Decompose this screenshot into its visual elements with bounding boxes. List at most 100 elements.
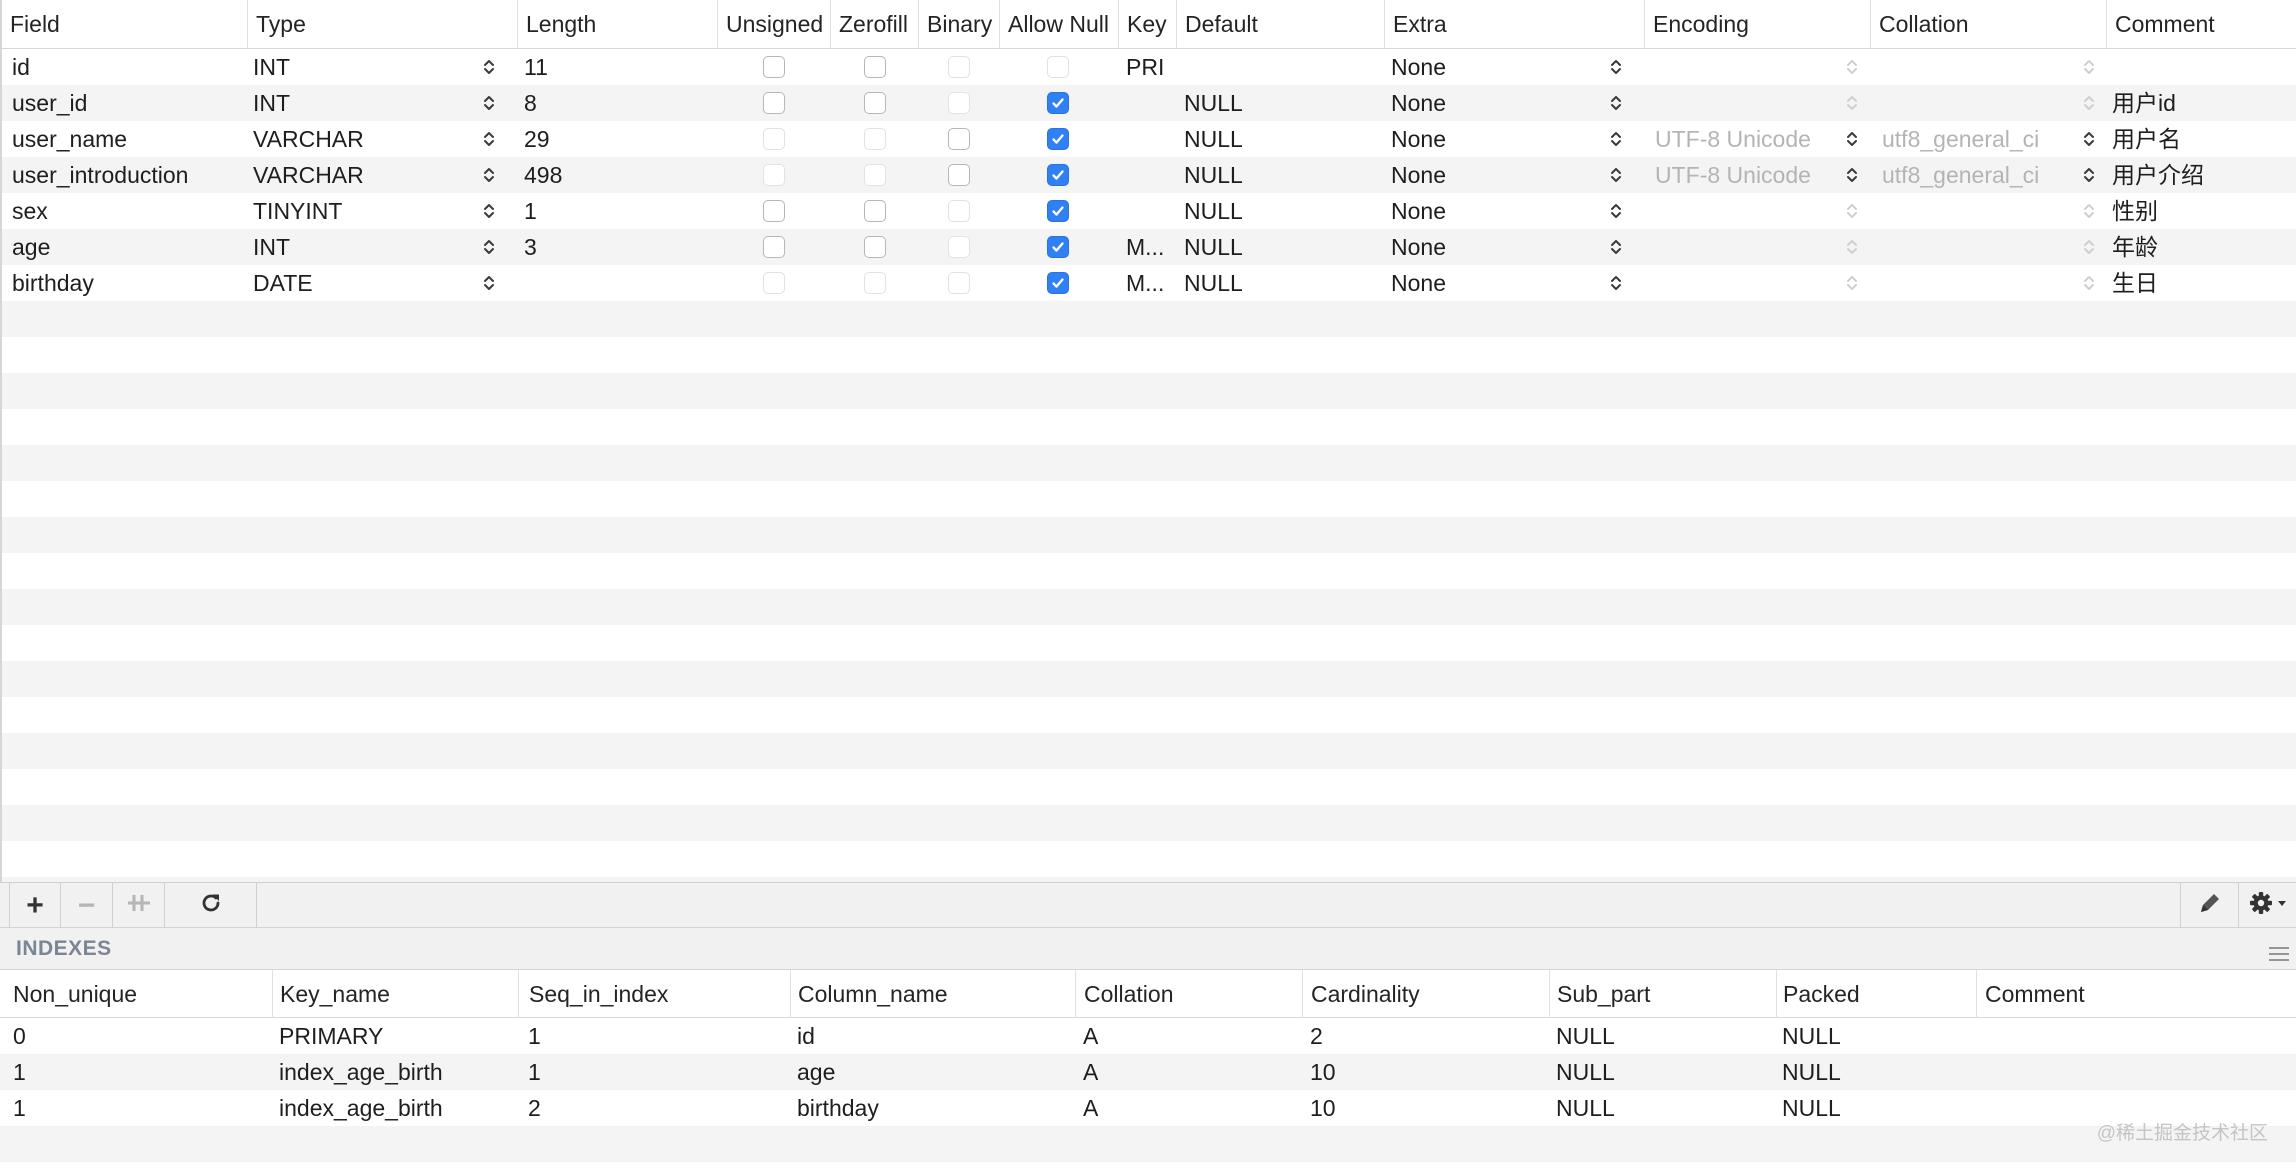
type-stepper-icon[interactable] bbox=[483, 274, 495, 292]
cell-field[interactable]: user_introduction bbox=[12, 157, 188, 193]
type-stepper-icon[interactable] bbox=[483, 130, 495, 148]
cell-type[interactable]: INT bbox=[253, 49, 290, 85]
zerofill-checkbox[interactable] bbox=[864, 236, 886, 258]
column-header-encoding[interactable]: Encoding bbox=[1644, 0, 1870, 49]
table-row[interactable]: age INT 3 M... NULL None 年龄 bbox=[2, 229, 2296, 265]
index-cell[interactable]: 2 bbox=[1310, 1018, 1323, 1054]
cell-default[interactable]: NULL bbox=[1184, 121, 1243, 157]
index-cell[interactable]: index_age_birth bbox=[279, 1090, 443, 1126]
column-header-field[interactable]: Field bbox=[2, 0, 247, 49]
column-header-comment[interactable]: Comment bbox=[2106, 0, 2296, 49]
cell-encoding[interactable]: UTF-8 Unicode bbox=[1655, 157, 1811, 193]
index-column-header-cardinality[interactable]: Cardinality bbox=[1302, 970, 1549, 1018]
cell-field[interactable]: sex bbox=[12, 193, 48, 229]
edit-button[interactable] bbox=[2180, 883, 2238, 929]
extra-stepper-icon[interactable] bbox=[1610, 274, 1622, 292]
type-stepper-icon[interactable] bbox=[483, 58, 495, 76]
table-row[interactable]: sex TINYINT 1 NULL None 性别 bbox=[2, 193, 2296, 229]
cell-key[interactable]: M... bbox=[1126, 265, 1170, 301]
cell-default[interactable]: NULL bbox=[1184, 229, 1243, 265]
index-column-header-comment[interactable]: Comment bbox=[1976, 970, 2296, 1018]
refresh-button[interactable] bbox=[165, 883, 257, 929]
settings-menu-button[interactable] bbox=[2238, 883, 2296, 929]
index-cell[interactable]: index_age_birth bbox=[279, 1054, 443, 1090]
cell-field[interactable]: user_name bbox=[12, 121, 127, 157]
encoding-stepper-icon[interactable] bbox=[1846, 166, 1858, 184]
type-stepper-icon[interactable] bbox=[483, 202, 495, 220]
cell-comment[interactable]: 用户名 bbox=[2112, 121, 2181, 157]
column-header-key[interactable]: Key bbox=[1118, 0, 1176, 49]
allow-null-checkbox[interactable] bbox=[1047, 200, 1069, 222]
collation-stepper-icon[interactable] bbox=[2083, 166, 2095, 184]
type-stepper-icon[interactable] bbox=[483, 166, 495, 184]
binary-checkbox[interactable] bbox=[948, 128, 970, 150]
cell-type[interactable]: VARCHAR bbox=[253, 157, 364, 193]
cell-length[interactable]: 498 bbox=[524, 157, 562, 193]
column-header-zerofill[interactable]: Zerofill bbox=[830, 0, 918, 49]
index-column-header-seq-in-index[interactable]: Seq_in_index bbox=[518, 970, 790, 1018]
cell-comment[interactable]: 年龄 bbox=[2112, 229, 2158, 265]
cell-type[interactable]: INT bbox=[253, 229, 290, 265]
column-header-default[interactable]: Default bbox=[1176, 0, 1384, 49]
index-cell[interactable]: 10 bbox=[1310, 1054, 1336, 1090]
index-column-header-packed[interactable]: Packed bbox=[1776, 970, 1976, 1018]
table-row[interactable]: user_id INT 8 NULL None 用户id bbox=[2, 85, 2296, 121]
unsigned-checkbox[interactable] bbox=[763, 56, 785, 78]
allow-null-checkbox[interactable] bbox=[1047, 128, 1069, 150]
column-header-allow-null[interactable]: Allow Null bbox=[999, 0, 1118, 49]
index-cell[interactable]: 1 bbox=[13, 1054, 26, 1090]
cell-type[interactable]: VARCHAR bbox=[253, 121, 364, 157]
cell-length[interactable]: 11 bbox=[524, 49, 548, 85]
table-row[interactable]: user_introduction VARCHAR 498 NULL None 用户介绍 U… bbox=[2, 157, 2296, 193]
cell-default[interactable]: NULL bbox=[1184, 193, 1243, 229]
cell-type[interactable]: TINYINT bbox=[253, 193, 342, 229]
binary-checkbox[interactable] bbox=[948, 164, 970, 186]
index-cell[interactable]: id bbox=[797, 1018, 815, 1054]
index-column-header-key-name[interactable]: Key_name bbox=[272, 970, 518, 1018]
zerofill-checkbox[interactable] bbox=[864, 56, 886, 78]
index-row[interactable]: 1 index_age_birth 2 birthday A 10 NULL NULL bbox=[0, 1090, 2296, 1126]
index-cell[interactable]: 1 bbox=[528, 1018, 541, 1054]
index-cell[interactable]: NULL bbox=[1782, 1018, 1841, 1054]
cell-field[interactable]: user_id bbox=[12, 85, 87, 121]
index-cell[interactable]: PRIMARY bbox=[279, 1018, 383, 1054]
cell-field[interactable]: age bbox=[12, 229, 50, 265]
index-column-header-sub-part[interactable]: Sub_part bbox=[1549, 970, 1776, 1018]
cell-key[interactable]: PRI bbox=[1126, 49, 1170, 85]
encoding-stepper-icon[interactable] bbox=[1846, 130, 1858, 148]
table-row[interactable]: birthday DATE M... NULL None 生日 bbox=[2, 265, 2296, 301]
allow-null-checkbox[interactable] bbox=[1047, 272, 1069, 294]
cell-collation[interactable]: utf8_general_ci bbox=[1882, 121, 2039, 157]
zerofill-checkbox[interactable] bbox=[864, 200, 886, 222]
index-cell[interactable]: age bbox=[797, 1054, 835, 1090]
index-cell[interactable]: NULL bbox=[1556, 1054, 1615, 1090]
index-column-header-collation[interactable]: Collation bbox=[1075, 970, 1302, 1018]
column-header-type[interactable]: Type bbox=[247, 0, 517, 49]
zerofill-checkbox[interactable] bbox=[864, 92, 886, 114]
allow-null-checkbox[interactable] bbox=[1047, 164, 1069, 186]
allow-null-checkbox[interactable] bbox=[1047, 236, 1069, 258]
cell-comment[interactable]: 用户id bbox=[2112, 85, 2176, 121]
cell-encoding[interactable]: UTF-8 Unicode bbox=[1655, 121, 1811, 157]
index-cell[interactable]: 10 bbox=[1310, 1090, 1336, 1126]
allow-null-checkbox[interactable] bbox=[1047, 92, 1069, 114]
index-cell[interactable]: birthday bbox=[797, 1090, 879, 1126]
type-stepper-icon[interactable] bbox=[483, 238, 495, 256]
cell-extra[interactable]: None bbox=[1391, 193, 1446, 229]
column-header-unsigned[interactable]: Unsigned bbox=[717, 0, 830, 49]
index-row[interactable]: 1 index_age_birth 1 age A 10 NULL NULL bbox=[0, 1054, 2296, 1090]
index-cell[interactable]: 2 bbox=[528, 1090, 541, 1126]
cell-comment[interactable]: 性别 bbox=[2112, 193, 2158, 229]
cell-extra[interactable]: None bbox=[1391, 157, 1446, 193]
index-cell[interactable]: A bbox=[1083, 1054, 1098, 1090]
cell-key[interactable]: M... bbox=[1126, 229, 1170, 265]
cell-default[interactable]: NULL bbox=[1184, 157, 1243, 193]
cell-default[interactable]: NULL bbox=[1184, 265, 1243, 301]
index-cell[interactable]: NULL bbox=[1556, 1090, 1615, 1126]
index-cell[interactable]: NULL bbox=[1556, 1018, 1615, 1054]
cell-extra[interactable]: None bbox=[1391, 229, 1446, 265]
hamburger-menu-icon[interactable] bbox=[2268, 941, 2290, 968]
unsigned-checkbox[interactable] bbox=[763, 236, 785, 258]
cell-length[interactable]: 3 bbox=[524, 229, 537, 265]
extra-stepper-icon[interactable] bbox=[1610, 130, 1622, 148]
